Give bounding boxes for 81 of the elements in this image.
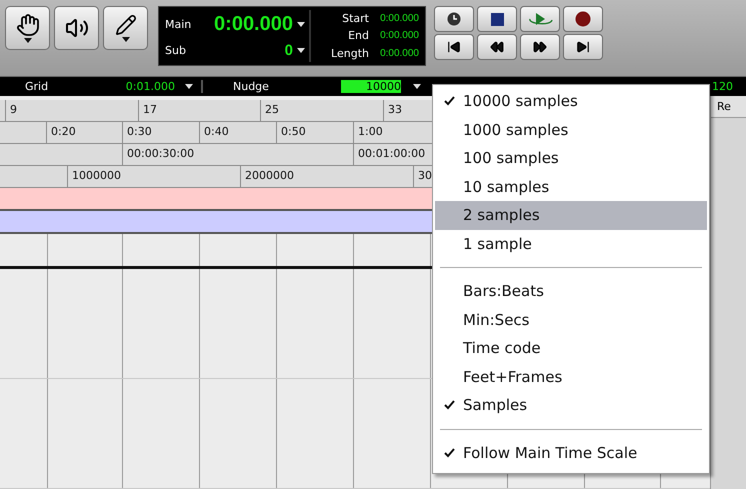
play-loop-button[interactable]: [520, 6, 560, 32]
column-header: Re: [711, 96, 746, 118]
ruler-mark: 00:00:30:00: [122, 144, 353, 165]
stop-icon: [490, 12, 504, 26]
main-time-value: 0:00.000: [213, 13, 293, 36]
menu-item-label: Follow Main Time Scale: [463, 444, 638, 462]
ruler-mark: 30: [413, 166, 430, 187]
to-end-button[interactable]: [563, 34, 603, 60]
sub-label: Sub: [165, 44, 187, 57]
caret-icon: [24, 38, 32, 43]
clock-button[interactable]: [434, 6, 474, 32]
speaker-icon: [64, 16, 88, 40]
pencil-icon: [114, 14, 136, 36]
menu-item-label: 10000 samples: [463, 92, 578, 110]
forward-button[interactable]: [520, 34, 560, 60]
skip-back-icon: [447, 40, 461, 54]
ruler-mark: 17: [138, 100, 260, 121]
menu-item-label: 2 samples: [463, 206, 540, 224]
ruler-mark: 2000000: [240, 166, 413, 187]
menu-item[interactable]: Samples: [435, 391, 707, 420]
menu-item-label: 1000 samples: [463, 120, 568, 139]
rewind-button[interactable]: [477, 34, 517, 60]
caret-icon: [297, 48, 305, 53]
selection-label: Start: [341, 12, 369, 26]
ruler-mark: 25: [260, 100, 383, 121]
menu-item-label: 10 samples: [463, 178, 550, 196]
hand-icon: [16, 13, 40, 37]
fast-forward-icon: [533, 40, 547, 54]
menu-item[interactable]: 2 samples: [435, 201, 707, 230]
grid-label: Grid: [24, 80, 50, 93]
grid-value[interactable]: 0:01.000: [125, 80, 175, 93]
menu-item-label: Feet+Frames: [463, 368, 562, 386]
menu-item[interactable]: 10 samples: [435, 172, 707, 201]
ruler-mark: 0:20: [46, 122, 122, 143]
menu-item-label: Bars:Beats: [463, 282, 544, 300]
hand-tool-button[interactable]: [5, 6, 50, 50]
nudge-value[interactable]: 10000: [341, 80, 401, 93]
menu-item[interactable]: Min:Secs: [435, 306, 707, 334]
tempo-value: 120: [712, 80, 734, 93]
nudge-label: Nudge: [201, 80, 311, 93]
speaker-tool-button[interactable]: [54, 6, 99, 50]
menu-item-label: 100 samples: [463, 149, 559, 168]
menu-item-label: Samples: [463, 396, 528, 414]
ruler-mark: 1:00: [353, 122, 430, 143]
rewind-icon: [490, 40, 504, 54]
ruler-mark: 9: [5, 100, 138, 121]
menu-item[interactable]: 1 sample: [435, 230, 707, 258]
menu-item[interactable]: Follow Main Time Scale: [435, 438, 707, 467]
ruler-mark: 00:01:00:00: [353, 144, 430, 165]
selection-value: 0:00.000: [379, 48, 419, 59]
menu-item[interactable]: 10000 samples: [435, 87, 707, 116]
ruler-mark: 0:50: [276, 122, 353, 143]
pencil-tool-button[interactable]: [103, 6, 148, 50]
selection-value: 0:00.000: [379, 13, 419, 24]
main-label: Main: [165, 18, 192, 31]
record-icon: [575, 11, 591, 27]
ruler-mark: 33: [383, 100, 430, 121]
skip-forward-icon: [576, 40, 590, 54]
menu-item[interactable]: Feet+Frames: [435, 362, 707, 391]
menu-item[interactable]: Bars:Beats: [435, 277, 707, 306]
menu-item-label: 1 sample: [463, 234, 532, 253]
stop-button[interactable]: [477, 6, 517, 32]
caret-icon: [297, 22, 305, 27]
caret-icon: [122, 37, 130, 42]
menu-item-label: Min:Secs: [463, 310, 530, 329]
menu-item[interactable]: 1000 samples: [435, 116, 707, 144]
caret-icon: [413, 84, 421, 89]
ruler-mark: 0:30: [122, 122, 199, 143]
selection-value: 0:00.000: [379, 30, 419, 42]
selection-label: End: [347, 29, 369, 42]
to-start-button[interactable]: [434, 34, 474, 60]
menu-item[interactable]: Time code: [435, 334, 707, 362]
caret-icon: [185, 84, 193, 89]
clock-icon: [447, 12, 461, 26]
ruler-mark: 1000000: [67, 166, 240, 187]
record-button[interactable]: [563, 6, 603, 32]
selection-label: Length: [330, 46, 369, 60]
ruler-mark: 0:40: [199, 122, 276, 143]
menu-item-label: Time code: [463, 339, 541, 358]
menu-item[interactable]: 100 samples: [435, 144, 707, 172]
sub-time-value: 0: [284, 42, 293, 59]
